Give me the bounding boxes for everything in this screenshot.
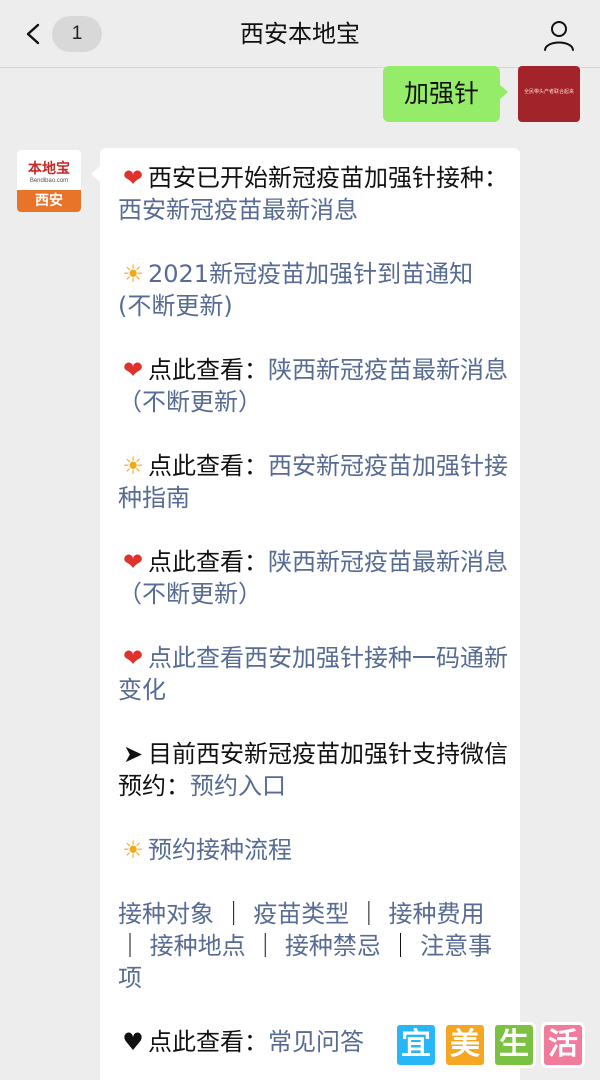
black-heart-icon: ♥ — [122, 1028, 144, 1056]
separator: ｜ — [245, 932, 285, 960]
link-booking-process[interactable]: 预约接种流程 — [148, 836, 292, 864]
separator: ｜ — [214, 900, 254, 928]
message-text: ❤ 西安已开始新冠疫苗加强针接种：西安新冠疫苗最新消息 ☀ 2021新冠疫苗加强针到… — [118, 162, 508, 1080]
message-paragraph: ☀ 2021新冠疫苗加强针到苗通知 (不断更新) — [118, 258, 508, 322]
official-account-avatar[interactable]: 本地宝 Bendibao.com 西安 — [17, 150, 81, 212]
watermark-logo: 宜 美 生 活 — [394, 1020, 590, 1072]
outgoing-message-bubble[interactable]: 加强针 — [383, 66, 508, 122]
paragraph-prefix: 点此查看： — [148, 548, 268, 576]
chat-title: 西安本地宝 — [240, 20, 360, 48]
topic-links: 接种对象 ｜ 疫苗类型 ｜ 接种费用 ｜ 接种地点 ｜ 接种禁忌 ｜ 注意事项 — [118, 898, 508, 994]
watermark-char: 宜 — [394, 1022, 438, 1068]
paragraph-prefix: 目前西安新冠疫苗加强针支持微信预约： — [118, 740, 508, 800]
message-paragraph: ❤ 西安已开始新冠疫苗加强针接种： 西安新冠疫苗最新消息 — [118, 162, 508, 226]
heart-icon: ❤ — [122, 644, 144, 672]
paragraph-prefix: 点此查看： — [148, 1028, 268, 1056]
link-topic-vaccine-type[interactable]: 疫苗类型 — [253, 900, 349, 928]
paragraph-prefix: 点此查看： — [148, 452, 268, 480]
link-booster-arrival-notice[interactable]: 2021新冠疫苗加强针到苗通知 (不断更新) — [118, 260, 473, 320]
message-paragraph: ☀ 点此查看：西安新冠疫苗加强针接种指南 — [118, 450, 508, 514]
heart-icon: ❤ — [122, 548, 144, 576]
paragraph-prefix: 点此查看： — [148, 356, 268, 384]
link-xian-vaccine-news[interactable]: 西安新冠疫苗最新消息 — [118, 196, 358, 224]
avatar-site-text: Bendibao.com — [29, 178, 69, 184]
watermark-char: 生 — [492, 1022, 536, 1068]
sun-icon: ☀ — [122, 260, 144, 288]
separator: ｜ — [380, 932, 421, 960]
avatar-logo-text: 本地宝 — [28, 161, 70, 177]
watermark-char: 活 — [541, 1022, 585, 1068]
heart-icon: ❤ — [122, 164, 144, 192]
back-button[interactable]: 1 — [18, 14, 102, 54]
chevron-left-icon — [26, 23, 40, 45]
link-health-code-changes[interactable]: 点此查看西安加强针接种一码通新变化 — [118, 644, 508, 704]
sun-icon: ☀ — [122, 836, 144, 864]
unread-count-badge: 1 — [52, 16, 102, 52]
link-topic-fee[interactable]: 接种费用 — [389, 900, 485, 928]
heart-icon: ❤ — [122, 356, 144, 384]
message-paragraph: ➤ 目前西安新冠疫苗加强针支持微信预约：预约入口 — [118, 738, 508, 802]
arrow-icon: ➤ — [122, 740, 144, 768]
profile-icon[interactable] — [542, 18, 576, 52]
avatar-city-label: 西安 — [17, 190, 81, 212]
separator: ｜ — [118, 932, 150, 960]
message-paragraph: ❤ 点此查看：陕西新冠疫苗最新消息（不断更新） — [118, 354, 508, 418]
my-avatar-text: 全民带头产者联合起来 — [523, 89, 574, 95]
message-paragraph: ❤ 点此查看：陕西新冠疫苗最新消息（不断更新） — [118, 546, 508, 610]
link-topic-contraindications[interactable]: 接种禁忌 — [285, 932, 381, 960]
sun-icon: ☀ — [122, 452, 144, 480]
link-booking-entry[interactable]: 预约入口 — [190, 772, 286, 800]
link-topic-location[interactable]: 接种地点 — [150, 932, 246, 960]
paragraph-prefix: 西安已开始新冠疫苗加强针接种： — [148, 164, 508, 192]
my-avatar[interactable]: 全民带头产者联合起来 — [518, 66, 580, 122]
watermark-char: 美 — [443, 1022, 487, 1068]
link-faq[interactable]: 常见问答 — [268, 1028, 364, 1056]
incoming-message-bubble: ❤ 西安已开始新冠疫苗加强针接种：西安新冠疫苗最新消息 ☀ 2021新冠疫苗加强针到… — [91, 148, 520, 1080]
message-paragraph: ☀ 预约接种流程 — [118, 834, 508, 866]
separator: ｜ — [349, 900, 389, 928]
chat-header: 1 西安本地宝 — [0, 0, 600, 68]
message-paragraph: ❤ 点此查看西安加强针接种一码通新变化 — [118, 642, 508, 706]
link-topic-target[interactable]: 接种对象 — [118, 900, 214, 928]
